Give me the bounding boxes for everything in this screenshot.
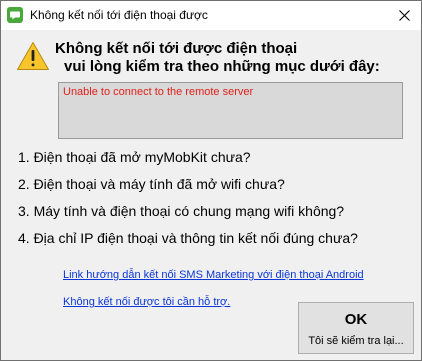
checklist-item: 2. Điện thoại và máy tính đã mở wifi chư… xyxy=(18,176,285,192)
error-subheading: vui lòng kiểm tra theo những mục dưới đâ… xyxy=(64,58,380,75)
checklist-item: 3. Máy tính và điện thoại có chung mạng … xyxy=(18,203,345,219)
chat-bubble-icon xyxy=(7,7,23,23)
title-bar[interactable]: Không kết nối tới điện thoại được xyxy=(1,1,421,30)
guide-link[interactable]: Link hướng dẫn kết nối SMS Marketing với… xyxy=(63,269,364,281)
warning-icon xyxy=(16,41,50,71)
error-detail-box: Unable to connect to the remote server xyxy=(58,82,403,139)
dialog-window: Không kết nối tới điện thoại được Không … xyxy=(0,0,422,361)
ok-button[interactable]: OK Tôi sẽ kiểm tra lại... xyxy=(298,302,414,354)
support-link[interactable]: Không kết nối được tôi cần hỗ trợ. xyxy=(63,296,230,308)
error-heading: Không kết nối tới được điện thoại xyxy=(55,40,298,57)
checklist-item: 1. Điện thoại đã mở myMobKit chưa? xyxy=(18,149,251,165)
checklist-item: 4. Địa chỉ IP điện thoại và thông tin kế… xyxy=(18,230,358,246)
window-title: Không kết nối tới điện thoại được xyxy=(30,8,208,22)
close-icon xyxy=(399,10,410,21)
error-detail-text: Unable to connect to the remote server xyxy=(63,86,254,98)
ok-button-sublabel: Tôi sẽ kiểm tra lại... xyxy=(308,335,404,347)
close-button[interactable] xyxy=(387,1,421,30)
checklist: 1. Điện thoại đã mở myMobKit chưa? 2. Đi… xyxy=(18,149,358,257)
ok-button-label: OK xyxy=(344,311,368,328)
